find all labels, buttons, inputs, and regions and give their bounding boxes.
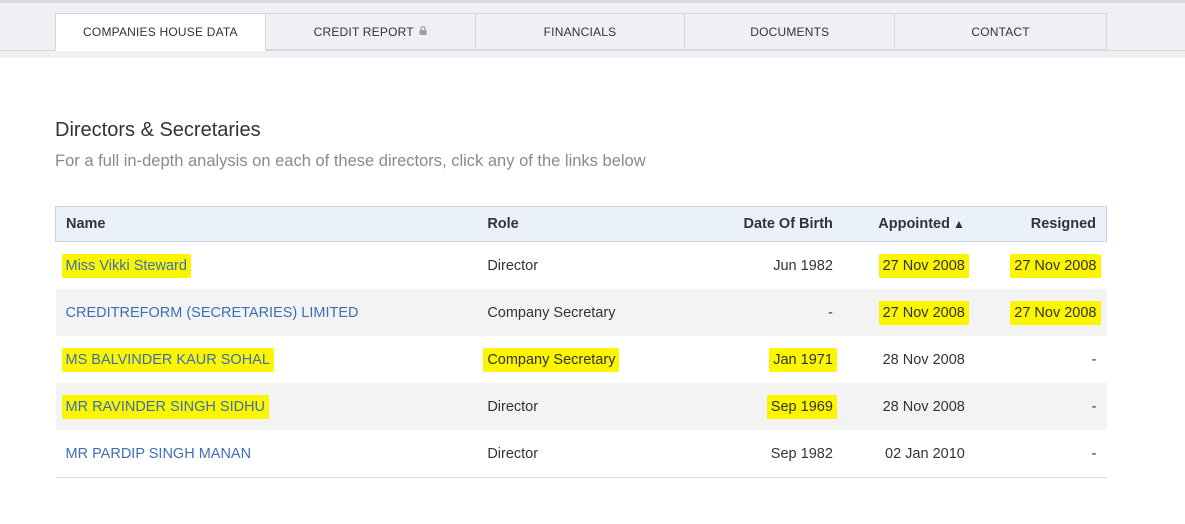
appointed-text: 28 Nov 2008 (882, 351, 965, 368)
column-header-label: Date Of Birth (743, 216, 833, 232)
table-row: CREDITREFORM (SECRETARIES) LIMITED Compa… (55, 289, 1107, 336)
cell-name: MR RAVINDER SINGH SIDHU (56, 383, 478, 430)
role-text: Company Secretary (487, 304, 616, 321)
tab-label: FINANCIALS (543, 24, 617, 39)
cell-role: Director (477, 430, 692, 478)
resigned-text: - (1091, 445, 1097, 462)
table-row: MS BALVINDER KAUR SOHAL Company Secretar… (56, 336, 1107, 383)
column-header-label: Name (66, 216, 106, 232)
tab-label: DOCUMENTS (750, 24, 830, 39)
cell-resigned: - (975, 336, 1107, 383)
appointed-text: 28 Nov 2008 (882, 398, 965, 415)
column-header-label: Appointed (878, 216, 950, 232)
cell-dob: Sep 1982 (691, 430, 843, 478)
tab-documents[interactable]: DOCUMENTS (685, 13, 896, 50)
resigned-text: - (1091, 398, 1097, 415)
cell-dob: Jun 1982 (692, 242, 843, 290)
appointed-text: 27 Nov 2008 (878, 300, 969, 325)
tab-companies-house-data[interactable]: COMPANIES HOUSE DATA (55, 13, 266, 51)
cell-appointed: 02 Jan 2010 (842, 430, 975, 478)
cell-role: Director (477, 242, 692, 290)
tab-bar: COMPANIES HOUSE DATA CREDIT REPORT FINAN… (55, 13, 1107, 51)
role-text: Director (487, 445, 539, 462)
cell-name: Miss Vikki Steward (56, 242, 478, 290)
cell-resigned: 27 Nov 2008 (975, 242, 1107, 290)
section-subtitle: For a full in-depth analysis on each of … (55, 152, 646, 170)
cell-resigned: - (974, 430, 1107, 478)
cell-name: MS BALVINDER KAUR SOHAL (56, 336, 478, 383)
tab-financials[interactable]: FINANCIALS (475, 13, 686, 50)
resigned-text: - (1091, 351, 1097, 368)
cell-role: Director (477, 383, 692, 430)
lock-icon (419, 26, 427, 35)
role-text: Company Secretary (483, 347, 620, 372)
column-header-appointed[interactable]: Appointed ▲ (842, 206, 975, 242)
cell-dob: - (692, 289, 843, 336)
cell-appointed: 27 Nov 2008 (843, 242, 975, 290)
column-header-label: Role (487, 216, 519, 232)
director-link[interactable]: CREDITREFORM (SECRETARIES) LIMITED (66, 305, 359, 321)
director-link[interactable]: MR PARDIP SINGH MANAN (66, 446, 252, 462)
directors-table: Name Role Date Of Birth Appointed ▲ Resig… (55, 206, 1107, 478)
table-row: Miss Vikki Steward Director Jun 1982 27 … (56, 242, 1107, 290)
column-header-label: Resigned (1030, 216, 1096, 232)
director-link[interactable]: Miss Vikki Steward (61, 253, 191, 278)
director-link[interactable]: MS BALVINDER KAUR SOHAL (61, 347, 274, 372)
dob-text: Sep 1969 (766, 394, 837, 419)
top-shadow (0, 0, 1185, 3)
resigned-text: 27 Nov 2008 (1010, 300, 1101, 325)
appointed-text: 02 Jan 2010 (885, 445, 965, 462)
cell-name: MR PARDIP SINGH MANAN (55, 430, 478, 478)
appointed-text: 27 Nov 2008 (878, 253, 969, 278)
cell-resigned: 27 Nov 2008 (975, 289, 1107, 336)
cell-appointed: 28 Nov 2008 (843, 336, 975, 383)
tab-contact[interactable]: CONTACT (895, 13, 1107, 50)
cell-name: CREDITREFORM (SECRETARIES) LIMITED (56, 289, 478, 336)
cell-dob: Jan 1971 (692, 336, 843, 383)
tab-label: CONTACT (971, 24, 1030, 39)
cell-role: Company Secretary (477, 289, 692, 336)
cell-appointed: 27 Nov 2008 (843, 289, 975, 336)
tab-credit-report[interactable]: CREDIT REPORT (265, 13, 476, 50)
section-title: Directors & Secretaries (55, 119, 261, 141)
column-header-name[interactable]: Name (55, 206, 478, 242)
resigned-text: 27 Nov 2008 (1010, 253, 1101, 278)
director-link[interactable]: MR RAVINDER SINGH SIDHU (61, 394, 270, 419)
role-text: Director (487, 398, 539, 415)
table-row: MR RAVINDER SINGH SIDHU Director Sep 196… (55, 383, 1107, 430)
dob-text: Jun 1982 (773, 257, 833, 274)
dob-text: - (828, 304, 833, 321)
cell-dob: Sep 1969 (692, 383, 843, 430)
cell-appointed: 28 Nov 2008 (843, 383, 975, 430)
table-row: MR PARDIP SINGH MANAN Director Sep 1982 … (55, 430, 1107, 478)
tab-label: CREDIT REPORT (313, 24, 414, 39)
dob-text: Jan 1971 (769, 347, 837, 372)
dob-text: Sep 1982 (770, 445, 833, 462)
sort-up-icon: ▲ (952, 217, 965, 231)
column-header-resigned[interactable]: Resigned (974, 206, 1107, 242)
table-header-row: Name Role Date Of Birth Appointed ▲ Resig… (55, 206, 1107, 242)
column-header-dob[interactable]: Date Of Birth (691, 206, 843, 242)
column-header-role[interactable]: Role (477, 206, 692, 242)
tab-label: COMPANIES HOUSE DATA (83, 25, 238, 39)
cell-resigned: - (975, 383, 1107, 430)
role-text: Director (487, 257, 539, 274)
cell-role: Company Secretary (477, 336, 692, 383)
